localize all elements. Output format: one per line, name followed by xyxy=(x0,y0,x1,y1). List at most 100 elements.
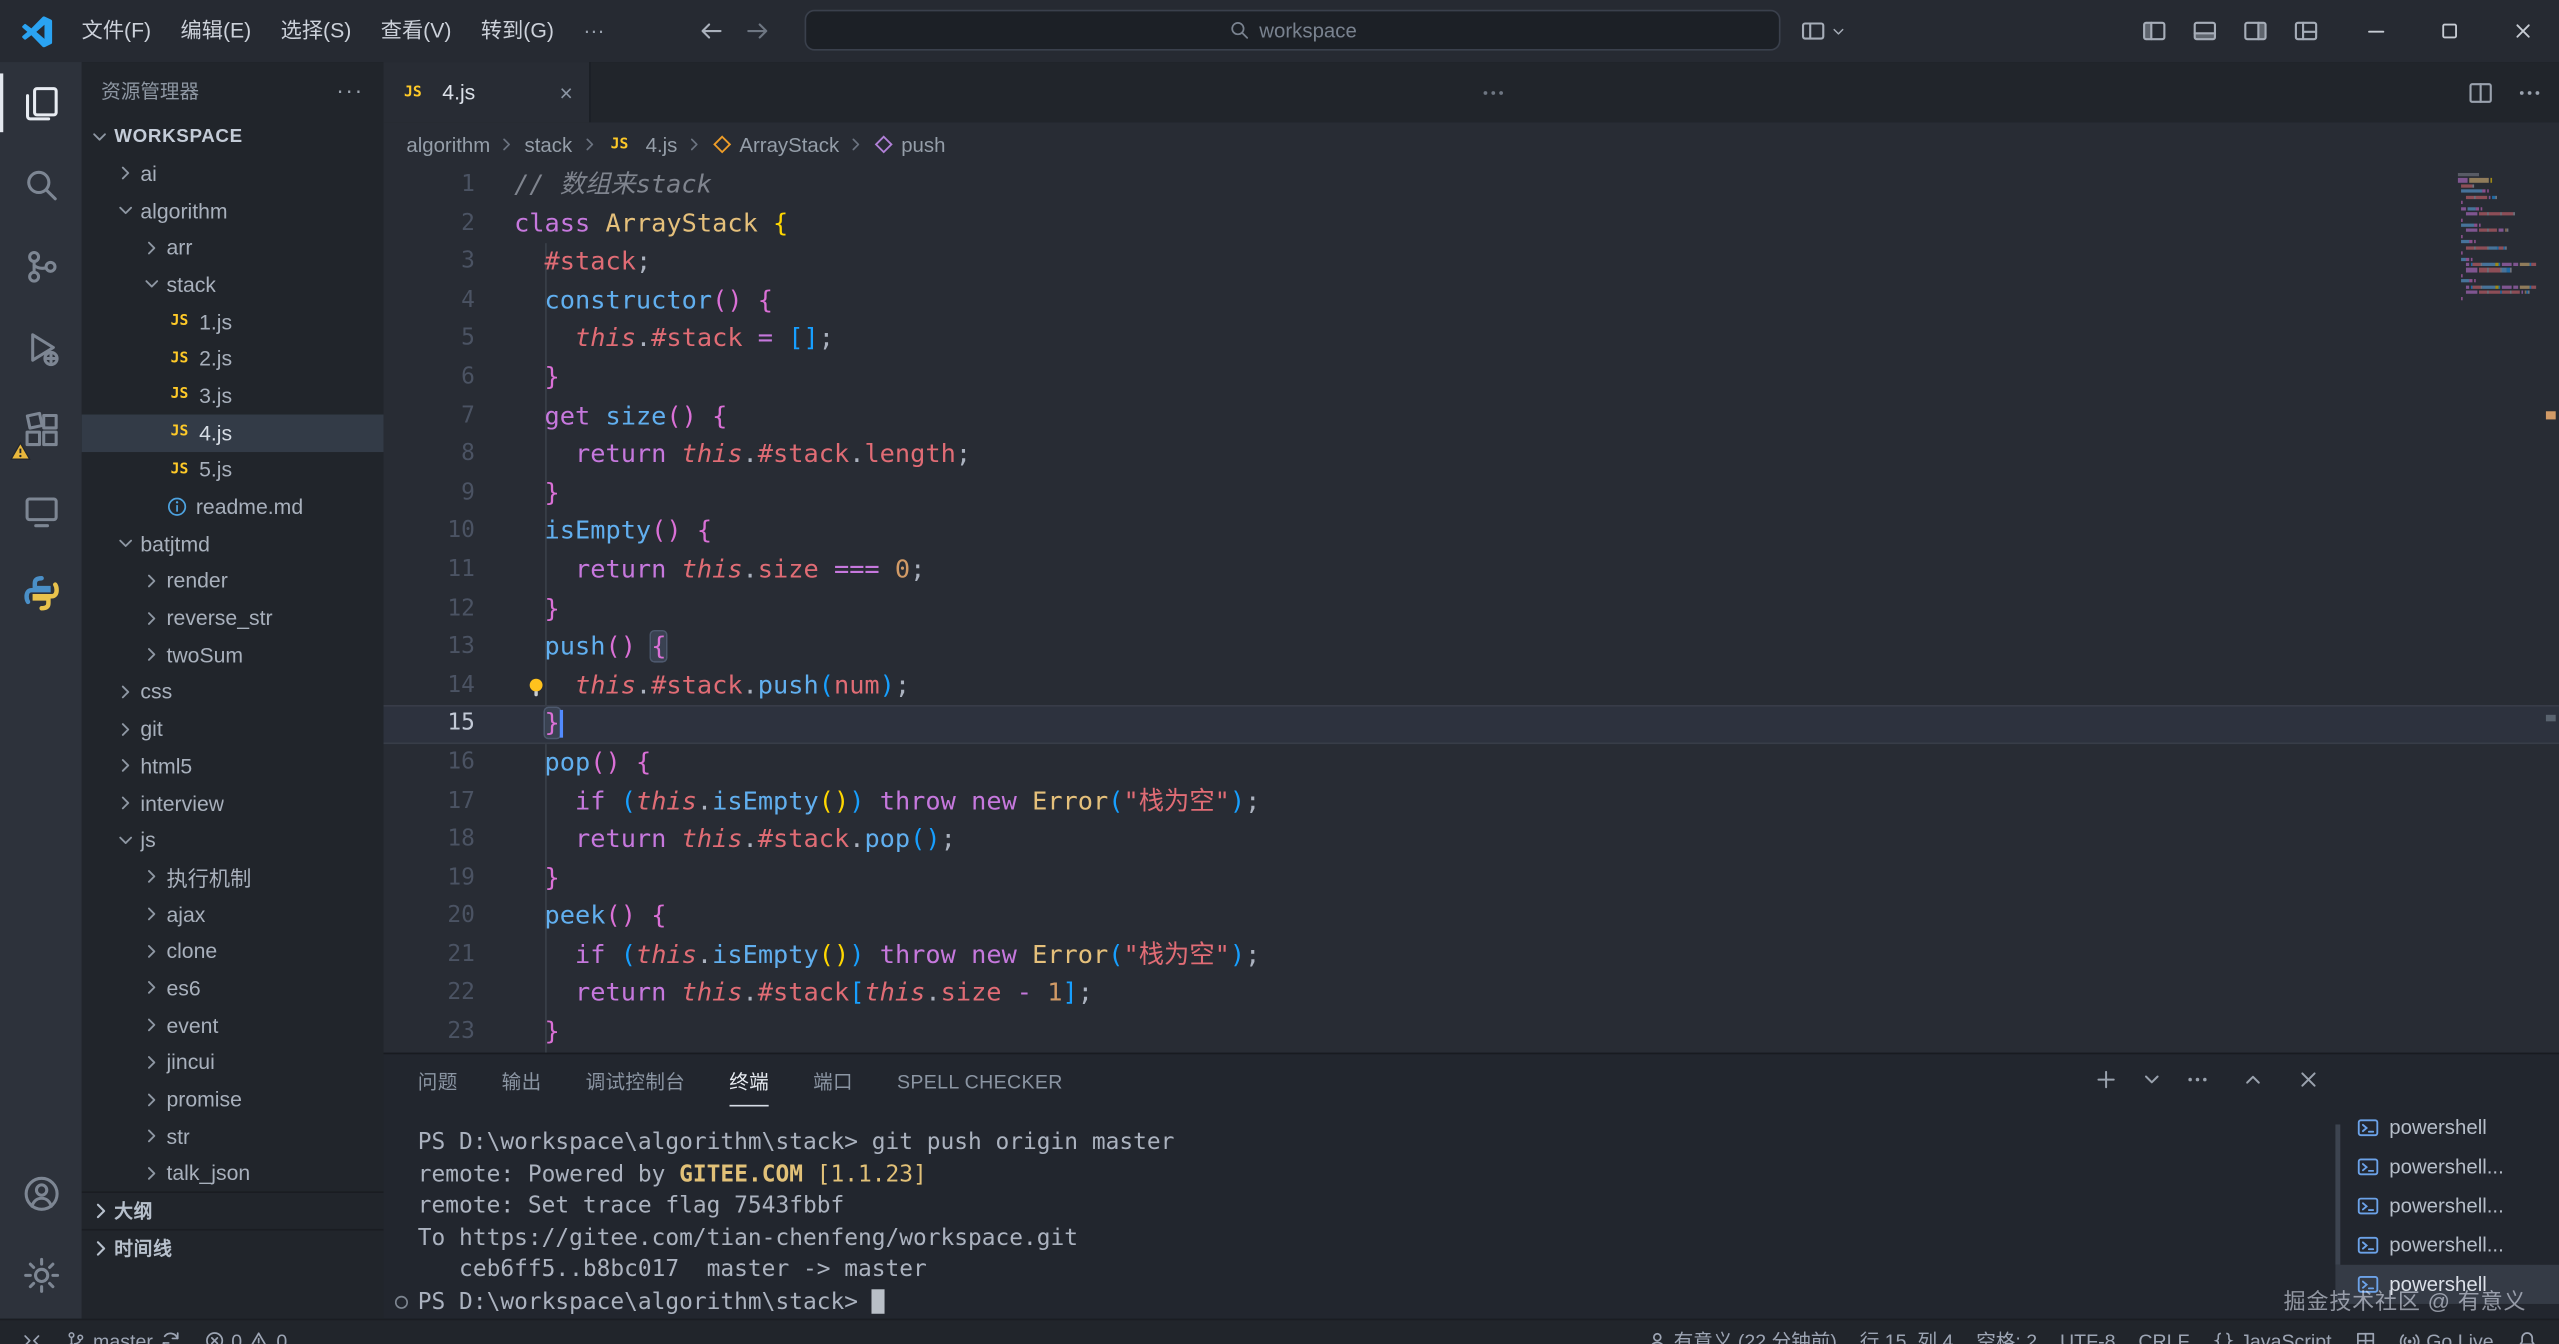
account-button[interactable] xyxy=(0,1152,82,1234)
tree-item[interactable]: batjtmd xyxy=(82,525,384,562)
forward-button[interactable] xyxy=(744,18,770,44)
tree-item[interactable]: JS3.js xyxy=(82,377,384,414)
tree-item[interactable]: ai xyxy=(82,155,384,192)
tree-item[interactable]: promise xyxy=(82,1081,384,1118)
breadcrumb-item[interactable]: push xyxy=(901,133,945,156)
command-center-search[interactable]: workspace xyxy=(805,10,1781,51)
minimize-button[interactable] xyxy=(2339,0,2412,62)
tree-item[interactable]: render xyxy=(82,562,384,599)
panel-more-actions[interactable] xyxy=(2185,1067,2209,1096)
editor-more-actions[interactable] xyxy=(2517,79,2543,105)
tree-item[interactable]: 执行机制 xyxy=(82,859,384,896)
minimap[interactable] xyxy=(2458,173,2536,302)
menu-item-3[interactable]: 查看(V) xyxy=(366,0,466,62)
activity-explorer[interactable] xyxy=(0,62,82,144)
sidebar-section-1[interactable]: 时间线 xyxy=(82,1229,384,1267)
tree-item[interactable]: event xyxy=(82,1007,384,1044)
activity-run-debug[interactable] xyxy=(0,307,82,389)
tree-item[interactable]: JS4.js xyxy=(82,414,384,451)
tree-item[interactable]: css xyxy=(82,673,384,710)
editor-actions-overflow[interactable] xyxy=(1480,62,1506,122)
activity-search[interactable] xyxy=(0,144,82,226)
tree-item[interactable]: jincui xyxy=(82,1044,384,1081)
terminal-list-item-2[interactable]: powershell... xyxy=(2335,1186,2559,1225)
blame-status[interactable]: 有意义 (22 分钟前) xyxy=(1635,1320,1849,1344)
tree-item[interactable]: html5 xyxy=(82,747,384,784)
tree-item[interactable]: JS1.js xyxy=(82,303,384,340)
tree-item[interactable]: stack xyxy=(82,266,384,303)
back-button[interactable] xyxy=(698,18,724,44)
close-window-button[interactable] xyxy=(2486,0,2559,62)
panel-tab-3[interactable]: 终端 xyxy=(729,1067,769,1095)
menu-item-0[interactable]: 文件(F) xyxy=(67,0,166,62)
panel-tab-4[interactable]: 端口 xyxy=(813,1067,853,1095)
activity-python[interactable] xyxy=(0,552,82,634)
tab-close-icon[interactable]: × xyxy=(559,79,572,105)
cursor-position-status[interactable]: 行 15, 列 4 xyxy=(1848,1320,1964,1344)
panel-tab-2[interactable]: 调试控制台 xyxy=(586,1067,686,1095)
breadcrumb-item[interactable]: ArrayStack xyxy=(739,133,839,156)
workspace-root-row[interactable]: WORKSPACE xyxy=(82,118,384,156)
panel-tab-0[interactable]: 问题 xyxy=(418,1067,458,1095)
toolbar-layout-dropdown[interactable] xyxy=(1800,0,1847,62)
editor-tab[interactable]: JS4.js× xyxy=(384,62,591,122)
tree-item[interactable]: algorithm xyxy=(82,192,384,229)
language-mode-status[interactable]: JavaScript xyxy=(2201,1320,2343,1344)
tree-item[interactable]: es6 xyxy=(82,970,384,1007)
menu-more[interactable]: ··· xyxy=(569,0,620,62)
tree-item[interactable]: talk_json xyxy=(82,1155,384,1192)
tree-item[interactable]: ajax xyxy=(82,896,384,933)
activity-remote-explorer[interactable] xyxy=(0,470,82,552)
tree-item[interactable]: str xyxy=(82,1118,384,1155)
tree-item[interactable]: clone xyxy=(82,933,384,970)
menu-item-2[interactable]: 选择(S) xyxy=(266,0,366,62)
split-editor-button[interactable] xyxy=(2468,79,2494,105)
tree-item[interactable]: JS2.js xyxy=(82,340,384,377)
activity-extensions[interactable] xyxy=(0,388,82,470)
tree-item[interactable]: JS5.js xyxy=(82,451,384,488)
sidebar-section-0[interactable]: 大纲 xyxy=(82,1192,384,1230)
sidebar-more-actions[interactable]: ··· xyxy=(336,77,364,103)
tree-item[interactable]: interview xyxy=(82,784,384,821)
menu-item-1[interactable]: 编辑(E) xyxy=(166,0,266,62)
tree-item[interactable]: git xyxy=(82,710,384,747)
breadcrumb-item[interactable]: 4.js xyxy=(646,133,678,156)
command-decoration-icon[interactable] xyxy=(395,1295,408,1308)
breadcrumb-item[interactable]: algorithm xyxy=(406,133,490,156)
activity-source-control[interactable] xyxy=(0,225,82,307)
settings-button[interactable] xyxy=(0,1234,82,1316)
problems-status[interactable]: 00 xyxy=(192,1320,299,1344)
panel-tab-1[interactable]: 输出 xyxy=(502,1067,542,1095)
toggle-panel[interactable] xyxy=(2185,10,2224,52)
terminal-list-item-0[interactable]: powershell xyxy=(2335,1108,2559,1147)
indentation-status[interactable]: 空格: 2 xyxy=(1965,1320,2049,1344)
lightbulb-icon[interactable] xyxy=(524,674,548,698)
close-panel-button[interactable] xyxy=(2296,1067,2320,1096)
panel-tab-5[interactable]: SPELL CHECKER xyxy=(897,1070,1063,1093)
menu-item-4[interactable]: 转到(G) xyxy=(466,0,568,62)
tree-item[interactable]: js xyxy=(82,822,384,859)
tree-item[interactable]: twoSum xyxy=(82,636,384,673)
customize-layout[interactable] xyxy=(2286,10,2325,52)
new-terminal-button[interactable] xyxy=(2094,1067,2118,1096)
terminal-profile-dropdown[interactable] xyxy=(2140,1067,2164,1096)
encoding-status[interactable]: UTF-8 xyxy=(2049,1320,2127,1344)
terminal-list-item-3[interactable]: powershell... xyxy=(2335,1226,2559,1265)
tree-item[interactable]: reverse_str xyxy=(82,599,384,636)
code-editor[interactable]: 1// 数组来stack2class ArrayStack {3 #stack;… xyxy=(384,166,2559,1052)
eol-status[interactable]: CRLF xyxy=(2127,1320,2201,1344)
extension-status[interactable] xyxy=(2343,1320,2387,1344)
maximize-button[interactable] xyxy=(2412,0,2485,62)
toggle-primary-sidebar[interactable] xyxy=(2135,10,2174,52)
terminal-list-item-1[interactable]: powershell... xyxy=(2335,1147,2559,1186)
scrollbar-thumb[interactable] xyxy=(2335,1124,2340,1264)
breadcrumb-item[interactable]: stack xyxy=(525,133,573,156)
terminal-output[interactable]: PS D:\workspace\algorithm\stack> git pus… xyxy=(384,1108,2336,1319)
tree-item[interactable]: readme.md xyxy=(82,488,384,525)
remote-indicator[interactable] xyxy=(10,1320,54,1344)
toggle-secondary-sidebar[interactable] xyxy=(2236,10,2275,52)
maximize-panel-button[interactable] xyxy=(2241,1067,2265,1096)
overview-ruler[interactable] xyxy=(2543,166,2559,1052)
go-live-status[interactable]: Go Live xyxy=(2387,1320,2505,1344)
notifications-bell[interactable] xyxy=(2505,1320,2549,1344)
